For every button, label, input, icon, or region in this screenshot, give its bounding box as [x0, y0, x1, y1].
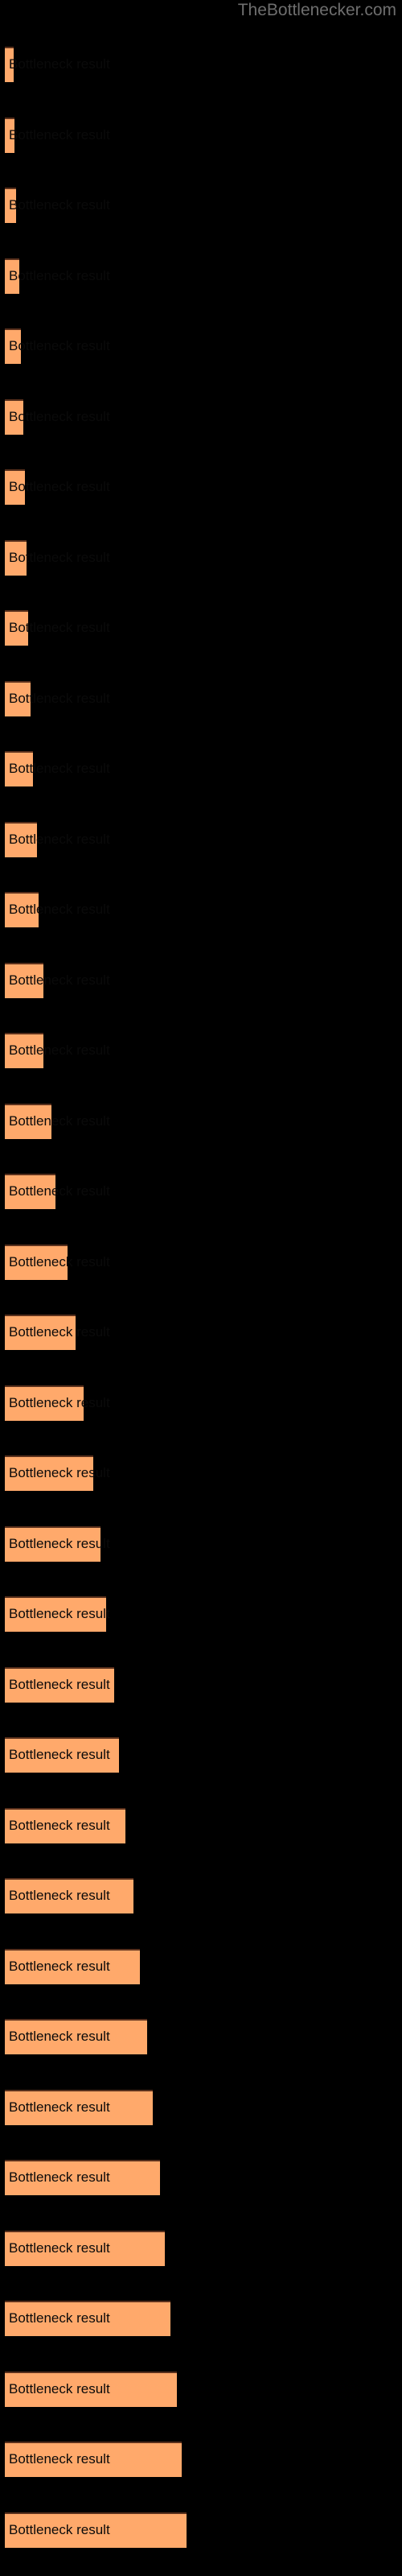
- bar-row: Bottleneck result: [0, 540, 402, 576]
- bar[interactable]: [5, 2090, 153, 2125]
- bar-row: Bottleneck result: [0, 1315, 402, 1350]
- bar-row: Bottleneck result: [0, 1949, 402, 1984]
- bar[interactable]: [5, 2160, 160, 2195]
- bar[interactable]: [5, 540, 27, 576]
- bar[interactable]: [5, 1033, 43, 1068]
- bar[interactable]: [5, 1245, 68, 1280]
- bar-row: Bottleneck result: [0, 610, 402, 646]
- bar-row: Bottleneck result: [0, 47, 402, 82]
- bar[interactable]: [5, 751, 33, 786]
- bar[interactable]: [5, 1455, 93, 1491]
- bar[interactable]: [5, 2301, 170, 2336]
- plot-area: Bottleneck result Bottleneck result Bottle…: [0, 0, 402, 2576]
- bar[interactable]: [5, 1878, 133, 1913]
- bar[interactable]: [5, 1808, 125, 1843]
- bar-row: Bottleneck result: [0, 892, 402, 927]
- bar-row: Bottleneck result: [0, 2160, 402, 2195]
- bar-row: Bottleneck result: [0, 681, 402, 716]
- bar-row: Bottleneck result: [0, 1526, 402, 1562]
- bar[interactable]: [5, 2231, 165, 2266]
- bar-label: Bottleneck result: [9, 409, 110, 424]
- bar-row: Bottleneck result: [0, 1033, 402, 1068]
- bar[interactable]: [5, 469, 25, 505]
- bar-label: Bottleneck result: [9, 338, 110, 353]
- bar-label: Bottleneck result: [9, 268, 110, 283]
- bar[interactable]: [5, 2512, 187, 2548]
- bar[interactable]: [5, 681, 31, 716]
- bar[interactable]: [5, 610, 28, 646]
- chart-root: TheBottlenecker.com Bottleneck result Bot…: [0, 0, 402, 2576]
- bar-row: Bottleneck result: [0, 1808, 402, 1843]
- bar[interactable]: [5, 1949, 140, 1984]
- bar-row: Bottleneck result: [0, 1245, 402, 1280]
- bar[interactable]: [5, 1385, 84, 1421]
- bar-row: Bottleneck result: [0, 2372, 402, 2407]
- bar-row: Bottleneck result: [0, 1174, 402, 1209]
- bar-row: Bottleneck result: [0, 469, 402, 505]
- bar-row: Bottleneck result: [0, 2301, 402, 2336]
- bar-row: Bottleneck result: [0, 1104, 402, 1139]
- bar-row: Bottleneck result: [0, 1737, 402, 1773]
- bar[interactable]: [5, 1737, 119, 1773]
- bar[interactable]: [5, 47, 14, 82]
- bar[interactable]: [5, 1174, 55, 1209]
- bar[interactable]: [5, 2019, 147, 2054]
- bar[interactable]: [5, 1104, 51, 1139]
- bar[interactable]: [5, 1667, 114, 1703]
- bar[interactable]: [5, 1526, 100, 1562]
- bar-row: Bottleneck result: [0, 751, 402, 786]
- bar[interactable]: [5, 892, 39, 927]
- bar[interactable]: [5, 2442, 182, 2477]
- bar[interactable]: [5, 399, 23, 435]
- bar[interactable]: [5, 1596, 106, 1632]
- bar-label: Bottleneck result: [9, 197, 110, 213]
- bar-row: Bottleneck result: [0, 1878, 402, 1913]
- bar[interactable]: [5, 328, 21, 364]
- bar-row: Bottleneck result: [0, 1667, 402, 1703]
- bar-label: Bottleneck result: [9, 56, 110, 72]
- bar-row: Bottleneck result: [0, 1455, 402, 1491]
- bar-row: Bottleneck result: [0, 258, 402, 294]
- bar-row: Bottleneck result: [0, 328, 402, 364]
- bar[interactable]: [5, 118, 14, 153]
- bar[interactable]: [5, 822, 37, 857]
- bar-row: Bottleneck result: [0, 1596, 402, 1632]
- bar-row: Bottleneck result: [0, 188, 402, 223]
- bar-row: Bottleneck result: [0, 2231, 402, 2266]
- bar-row: Bottleneck result: [0, 2442, 402, 2477]
- bar-row: Bottleneck result: [0, 2512, 402, 2548]
- bar-row: Bottleneck result: [0, 1385, 402, 1421]
- bar-row: Bottleneck result: [0, 822, 402, 857]
- bar[interactable]: [5, 1315, 76, 1350]
- bar-row: Bottleneck result: [0, 2019, 402, 2054]
- bar-row: Bottleneck result: [0, 118, 402, 153]
- bar-row: Bottleneck result: [0, 2090, 402, 2125]
- bar-row: Bottleneck result: [0, 399, 402, 435]
- bar[interactable]: [5, 963, 43, 998]
- bar[interactable]: [5, 2372, 177, 2407]
- bar[interactable]: [5, 258, 19, 294]
- bar-row: Bottleneck result: [0, 963, 402, 998]
- bar-label: Bottleneck result: [9, 127, 110, 142]
- bar[interactable]: [5, 188, 16, 223]
